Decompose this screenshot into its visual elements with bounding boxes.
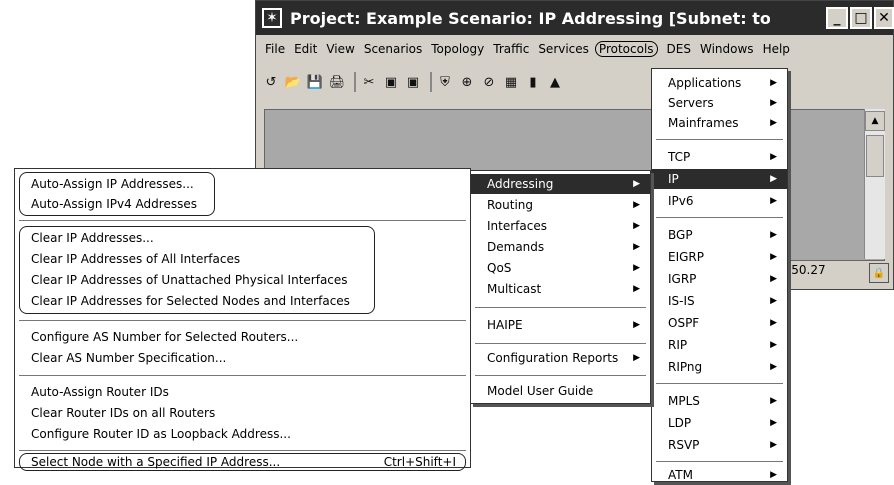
menu-view[interactable]: View — [326, 42, 354, 56]
zoom-in-icon[interactable]: ⊕ — [458, 73, 476, 91]
window-title: Project: Example Scenario: IP Addressing… — [290, 8, 770, 28]
menu-help[interactable]: Help — [763, 42, 790, 56]
menu-file[interactable]: File — [265, 42, 285, 56]
menu-item-haipe[interactable]: HAIPE ▶ — [471, 315, 650, 335]
vertical-scrollbar[interactable]: ▲ — [864, 109, 885, 259]
lock-icon[interactable]: 🔒 — [869, 263, 889, 283]
close-button[interactable]: ✕ — [874, 7, 894, 29]
menu-bar: File Edit View Scenarios Topology Traffi… — [256, 37, 893, 61]
menu-separator — [656, 217, 783, 218]
toolbar-separator — [354, 72, 356, 92]
configure-icon[interactable]: ▮ — [524, 73, 542, 91]
menu-item-demands[interactable]: Demands ▶ — [471, 237, 650, 257]
menu-windows[interactable]: Windows — [700, 42, 754, 56]
menu-traffic[interactable]: Traffic — [493, 42, 529, 56]
menu-item-is-is[interactable]: IS-IS ▶ — [652, 291, 787, 311]
scroll-thumb[interactable] — [866, 135, 884, 177]
menu-separator — [475, 343, 646, 344]
menu-protocols[interactable]: Protocols — [594, 41, 658, 57]
open-icon[interactable]: 📂 — [284, 73, 302, 91]
protocols-menu: Applications ▶ Servers ▶ Mainframes ▶ TCP ▶ … — [651, 68, 788, 482]
cut-icon[interactable]: ✂ — [360, 73, 378, 91]
menu-item-mainframes[interactable]: Mainframes ▶ — [652, 113, 787, 133]
menu-item-auto-assign-router-ids[interactable]: Auto-Assign Router IDs — [15, 382, 470, 402]
object-palette-icon[interactable]: ▣ — [382, 73, 400, 91]
menu-separator — [19, 320, 466, 321]
menu-item-clear-ip-all-interfaces[interactable]: Clear IP Addresses of All Interfaces — [15, 249, 470, 269]
zoom-out-icon[interactable]: ⊘ — [480, 73, 498, 91]
app-icon[interactable]: ✶ — [262, 8, 282, 28]
menu-edit[interactable]: Edit — [294, 42, 317, 56]
menu-item-applications[interactable]: Applications ▶ — [652, 73, 787, 93]
menu-item-interfaces[interactable]: Interfaces ▶ — [471, 216, 650, 236]
menu-item-tcp[interactable]: TCP ▶ — [652, 147, 787, 167]
menu-item-select-node-by-ip[interactable]: Select Node with a Specified IP Address.… — [15, 452, 470, 472]
menu-item-ldp[interactable]: LDP ▶ — [652, 413, 787, 433]
menu-item-ospf[interactable]: OSPF ▶ — [652, 313, 787, 333]
menu-separator — [475, 375, 646, 376]
menu-separator — [656, 139, 783, 140]
print-icon[interactable]: 🖨 — [328, 73, 346, 91]
menu-separator — [656, 461, 783, 462]
menu-item-mpls[interactable]: MPLS ▶ — [652, 391, 787, 411]
menu-separator — [475, 307, 646, 308]
menu-separator — [19, 450, 466, 451]
menu-item-servers[interactable]: Servers ▶ — [652, 93, 787, 113]
menu-scenarios[interactable]: Scenarios — [364, 42, 422, 56]
toolbar-separator — [430, 72, 432, 92]
shortcut-label: Ctrl+Shift+I — [383, 455, 456, 469]
addressing-submenu: Auto-Assign IP Addresses... Auto-Assign … — [14, 168, 471, 471]
menu-des[interactable]: DES — [667, 42, 691, 56]
menu-item-ipv6[interactable]: IPv6 ▶ — [652, 191, 787, 211]
vnf-icon[interactable]: ▦ — [502, 73, 520, 91]
menu-item-ip[interactable]: IP ▶ — [652, 169, 787, 189]
menu-topology[interactable]: Topology — [431, 42, 484, 56]
menu-item-ripng[interactable]: RIPng ▶ — [652, 357, 787, 377]
menu-item-bgp[interactable]: BGP ▶ — [652, 225, 787, 245]
menu-item-clear-as-number[interactable]: Clear AS Number Specification... — [15, 348, 470, 368]
menu-item-model-user-guide[interactable]: Model User Guide — [471, 381, 650, 401]
maximize-button[interactable]: □ — [850, 7, 872, 29]
menu-item-multicast[interactable]: Multicast ▶ — [471, 279, 650, 299]
menu-item-configure-as-number[interactable]: Configure AS Number for Selected Routers… — [15, 327, 470, 347]
menu-item-clear-ip[interactable]: Clear IP Addresses... — [15, 228, 470, 248]
menu-item-igrp[interactable]: IGRP ▶ — [652, 269, 787, 289]
menu-item-clear-ip-unattached[interactable]: Clear IP Addresses of Unattached Physica… — [15, 270, 470, 290]
menu-item-auto-assign-ip[interactable]: Auto-Assign IP Addresses... — [15, 174, 470, 194]
menu-item-configuration-reports[interactable]: Configuration Reports ▶ — [471, 348, 650, 368]
status-coordinates: 3, 50.27 — [776, 263, 826, 277]
minimize-button[interactable]: _ — [826, 7, 848, 29]
menu-item-auto-assign-ipv4[interactable]: Auto-Assign IPv4 Addresses — [15, 194, 470, 214]
menu-item-eigrp[interactable]: EIGRP ▶ — [652, 247, 787, 267]
menu-separator — [19, 375, 466, 376]
menu-item-rsvp[interactable]: RSVP ▶ — [652, 435, 787, 455]
toolbar: ↺ 📂 💾 🖨 ✂ ▣ ▣ ⛨ ⊕ ⊘ ▦ ▮ ▲ — [262, 67, 662, 97]
menu-services[interactable]: Services — [538, 42, 589, 56]
menu-separator — [19, 220, 466, 221]
menu-separator — [656, 383, 783, 384]
menu-item-qos[interactable]: QoS ▶ — [471, 258, 650, 278]
save-icon[interactable]: 💾 — [306, 73, 324, 91]
menu-item-clear-ip-selected[interactable]: Clear IP Addresses for Selected Nodes an… — [15, 291, 470, 311]
menu-item-rip[interactable]: RIP ▶ — [652, 335, 787, 355]
menu-item-routing[interactable]: Routing ▶ — [471, 195, 650, 215]
menu-item-configure-router-id-loopback[interactable]: Configure Router ID as Loopback Address.… — [15, 424, 470, 444]
ip-submenu: Addressing ▶ Routing ▶ Interfaces ▶ Demands… — [470, 170, 651, 404]
menu-item-clear-router-ids[interactable]: Clear Router IDs on all Routers — [15, 403, 470, 423]
undo-icon[interactable]: ↺ — [262, 73, 280, 91]
menu-item-atm[interactable]: ATM ▶ — [652, 465, 787, 485]
menu-item-addressing[interactable]: Addressing ▶ — [471, 174, 650, 194]
scroll-up-icon[interactable]: ▲ — [865, 111, 885, 131]
title-bar[interactable]: ✶ Project: Example Scenario: IP Addressi… — [256, 1, 894, 35]
fail-node-icon[interactable]: ⛨ — [436, 73, 454, 91]
check-links-icon[interactable]: ▣ — [404, 73, 422, 91]
run-simulation-icon[interactable]: ▲ — [546, 73, 564, 91]
